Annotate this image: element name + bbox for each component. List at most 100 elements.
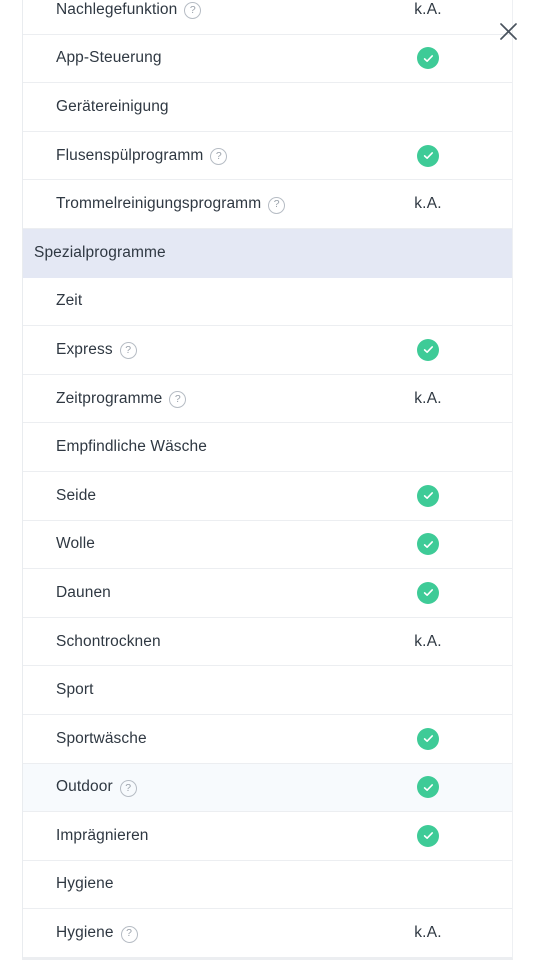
help-circle-icon[interactable]: ?: [210, 148, 228, 166]
feature-group-row[interactable]: Gerätereinigung: [23, 83, 512, 132]
feature-value-cell: k.A.: [373, 375, 483, 423]
feature-value-cell: [373, 764, 483, 812]
feature-label-cell: Nachlegefunktion?: [23, 0, 202, 20]
feature-row[interactable]: Wolle: [23, 520, 512, 570]
feature-value-cell: [373, 666, 483, 714]
comparison-panel-screen: Nachlegefunktion? k.A. App-Steuerung Geräte…: [0, 0, 536, 960]
help-circle-icon[interactable]: ?: [120, 925, 138, 943]
value-not-available: k.A.: [414, 0, 442, 18]
help-circle-icon[interactable]: ?: [268, 196, 286, 214]
help-circle-icon[interactable]: ?: [184, 2, 202, 20]
feature-label: Hygiene: [56, 924, 114, 942]
feature-value-cell: [373, 861, 483, 909]
feature-comparison-table: Nachlegefunktion? k.A. App-Steuerung Geräte…: [22, 0, 513, 958]
feature-row[interactable]: Imprägnieren: [23, 812, 512, 861]
feature-value-cell: [373, 83, 483, 131]
check-circle-icon: [417, 727, 439, 750]
feature-label: Wolle: [56, 535, 95, 553]
feature-label: Sport: [56, 681, 94, 699]
help-circle-icon[interactable]: ?: [169, 391, 187, 409]
feature-label-cell: Sport: [23, 681, 94, 699]
feature-label-cell: Trommelreinigungsprogramm?: [23, 195, 286, 214]
check-circle-icon: [417, 581, 439, 604]
feature-value-cell: k.A.: [373, 180, 483, 228]
feature-label: Trommelreinigungsprogramm: [56, 195, 262, 213]
feature-label-cell: Sportwäsche: [23, 730, 147, 748]
value-not-available: k.A.: [414, 632, 442, 650]
feature-label-cell: Daunen: [23, 584, 111, 602]
feature-row[interactable]: Flusenspülprogramm?: [23, 131, 512, 181]
feature-row[interactable]: Schontrocknen k.A.: [23, 617, 512, 667]
feature-row[interactable]: Express?: [23, 326, 512, 375]
section-header: Spezialprogramme: [23, 228, 512, 278]
feature-row[interactable]: Hygiene? k.A.: [23, 909, 512, 958]
feature-label-cell: Empfindliche Wäsche: [23, 438, 207, 456]
feature-value-cell: [373, 132, 483, 180]
feature-label-cell: Outdoor?: [23, 778, 137, 797]
feature-label-cell: Hygiene: [23, 875, 114, 893]
feature-group-row[interactable]: Zeit: [23, 277, 512, 327]
feature-value-cell: [373, 472, 483, 520]
feature-row[interactable]: App-Steuerung: [23, 34, 512, 84]
close-icon: [499, 22, 517, 40]
feature-group-row[interactable]: Hygiene: [23, 860, 512, 910]
feature-label: Schontrocknen: [56, 632, 161, 650]
feature-label: Daunen: [56, 583, 111, 601]
feature-value-cell: [373, 569, 483, 617]
check-circle-icon: [417, 824, 439, 847]
feature-row[interactable]: Nachlegefunktion? k.A.: [23, 0, 512, 35]
feature-value-cell: [373, 326, 483, 374]
feature-row[interactable]: Sportwäsche: [23, 714, 512, 764]
feature-label-cell: Wolle: [23, 535, 95, 553]
feature-label-cell: Gerätereinigung: [23, 98, 169, 116]
feature-label-cell: Imprägnieren: [23, 827, 149, 845]
check-circle-icon: [417, 338, 439, 361]
feature-label-cell: Hygiene?: [23, 924, 138, 943]
feature-value-cell: k.A.: [373, 909, 483, 957]
feature-label: Express: [56, 340, 113, 358]
feature-label: Sportwäsche: [56, 729, 147, 747]
check-circle-icon: [417, 484, 439, 507]
feature-label: Nachlegefunktion: [56, 0, 178, 18]
value-not-available: k.A.: [414, 389, 442, 407]
feature-value-cell: [373, 423, 483, 471]
feature-label: Flusenspülprogramm: [56, 146, 204, 164]
feature-value-cell: k.A.: [373, 0, 483, 34]
check-circle-icon: [417, 776, 439, 799]
check-circle-icon: [417, 533, 439, 556]
feature-label: Imprägnieren: [56, 826, 149, 844]
feature-group-row[interactable]: Sport: [23, 666, 512, 715]
feature-label: Seide: [56, 486, 97, 504]
feature-group-row[interactable]: Empfindliche Wäsche: [23, 423, 512, 472]
feature-label-cell: Flusenspülprogramm?: [23, 146, 228, 166]
close-button[interactable]: [494, 17, 522, 45]
feature-value-cell: [373, 715, 483, 763]
feature-label: Zeit: [56, 292, 83, 310]
feature-row[interactable]: Seide: [23, 471, 512, 521]
feature-label: Hygiene: [56, 875, 114, 893]
feature-label-cell: Schontrocknen: [23, 633, 161, 651]
feature-label-cell: Zeitprogramme?: [23, 389, 187, 409]
check-circle-icon: [417, 47, 439, 70]
feature-row[interactable]: Outdoor?: [23, 763, 512, 813]
feature-label: Zeitprogramme: [56, 389, 163, 407]
feature-label-cell: Express?: [23, 340, 137, 360]
feature-label-cell: App-Steuerung: [23, 49, 162, 67]
feature-label: Empfindliche Wäsche: [56, 438, 207, 456]
feature-value-cell: [373, 812, 483, 860]
feature-label-cell: Seide: [23, 487, 96, 505]
feature-value-cell: k.A.: [373, 618, 483, 666]
feature-value-cell: [373, 278, 483, 326]
feature-row[interactable]: Trommelreinigungsprogramm? k.A.: [23, 180, 512, 229]
feature-value-cell: [373, 35, 483, 83]
value-not-available: k.A.: [414, 924, 442, 942]
section-header-label: Spezialprogramme: [34, 243, 166, 261]
feature-label-cell: Zeit: [23, 292, 82, 310]
help-circle-icon[interactable]: ?: [119, 779, 137, 797]
feature-row[interactable]: Daunen: [23, 569, 512, 618]
check-circle-icon: [417, 144, 439, 167]
feature-row[interactable]: Zeitprogramme? k.A.: [23, 374, 512, 424]
feature-label: App-Steuerung: [56, 49, 162, 67]
feature-label: Outdoor: [56, 778, 113, 796]
help-circle-icon[interactable]: ?: [119, 342, 137, 360]
